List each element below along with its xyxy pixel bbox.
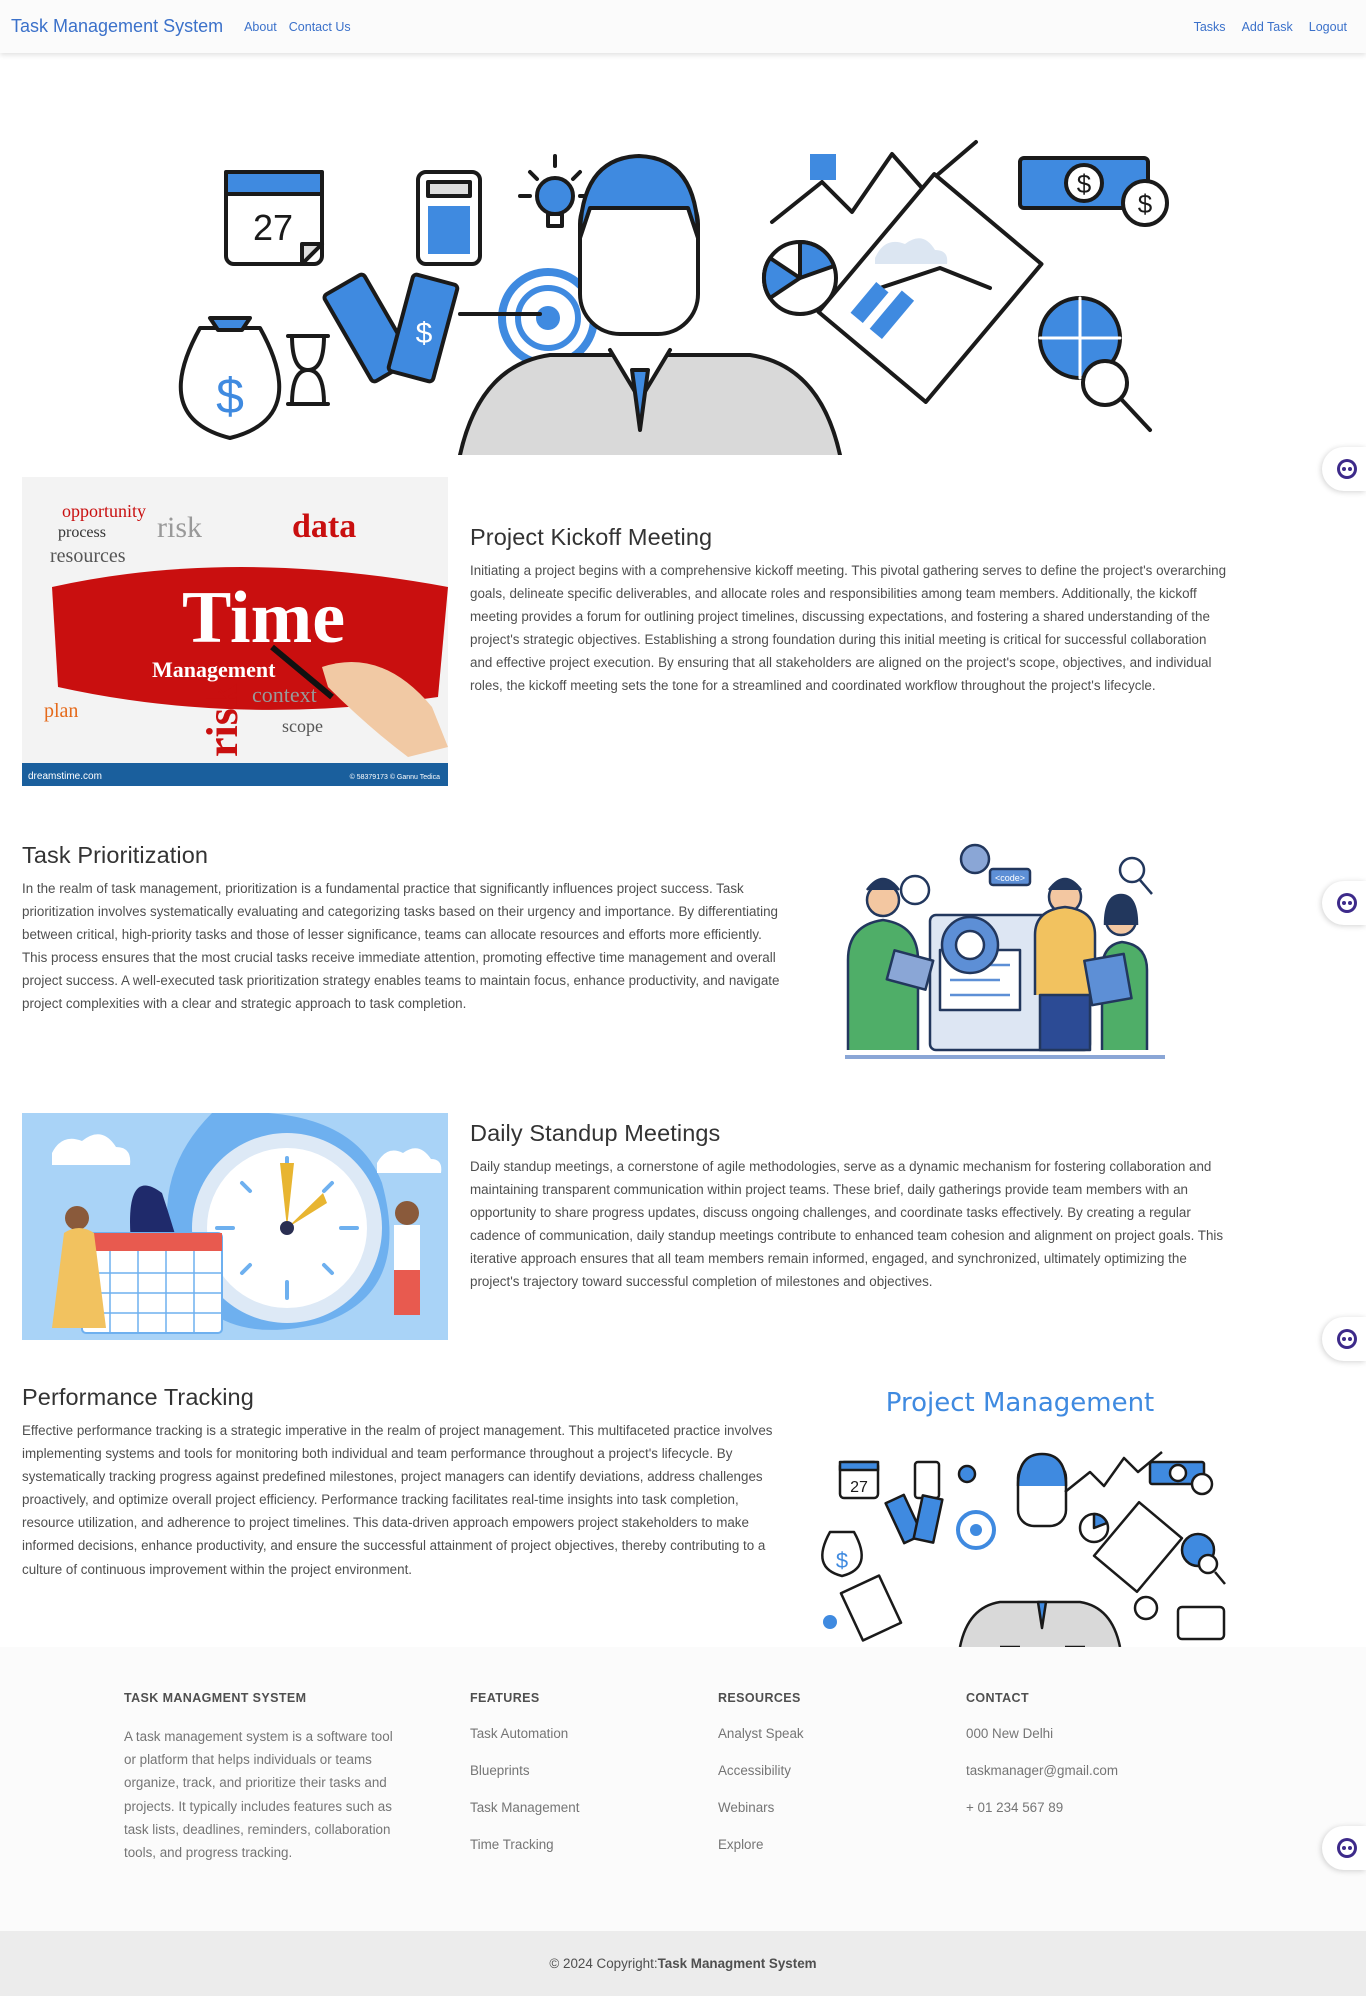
footer-contact-phone: + 01 234 567 89 [966, 1800, 1064, 1815]
footer-link-analyst-speak[interactable]: Analyst Speak [718, 1725, 804, 1743]
chatbot-icon [1337, 1329, 1357, 1349]
svg-text:27: 27 [253, 207, 293, 248]
kickoff-section: Project Kickoff Meeting Initiating a pro… [470, 524, 1230, 698]
standup-text: Daily standup meetings, a cornerstone of… [470, 1159, 1224, 1290]
svg-text:© 58379173 © Gannu Tedica: © 58379173 © Gannu Tedica [350, 773, 440, 781]
svg-text:<code>: <code> [995, 873, 1025, 883]
svg-text:scope: scope [282, 716, 323, 736]
footer-features-column: FEATURES Task Automation Blueprints Task… [470, 1691, 579, 1873]
tracking-title: Performance Tracking [22, 1384, 254, 1410]
footer: TASK MANAGMENT SYSTEM A task management … [0, 1647, 1366, 1931]
standup-clock-image [22, 1113, 448, 1340]
time-management-image: resources opportunity data risk process … [22, 477, 448, 786]
hero-illustration: 27 $ $ $ $ [160, 128, 1206, 457]
prioritization-title: Task Prioritization [22, 842, 209, 868]
svg-text:data: data [292, 508, 356, 545]
nav-contact-link[interactable]: Contact Us [283, 20, 357, 34]
banknote-icon: $ $ [1018, 156, 1169, 227]
footer-contact-column: CONTACT 000 New Delhi taskmanager@gmail.… [966, 1691, 1118, 1836]
svg-text:$: $ [1077, 169, 1092, 199]
kickoff-title: Project Kickoff Meeting [470, 524, 713, 550]
nav-about-link[interactable]: About [238, 20, 283, 34]
copyright-bar: © 2024 Copyright: Task Managment System [0, 1931, 1366, 1996]
calendar-icon: 27 [224, 170, 324, 266]
calculator-icon [416, 170, 482, 266]
footer-resources-column: RESOURCES Analyst Speak Accessibility We… [718, 1691, 804, 1873]
prioritization-text: In the realm of task management, priorit… [22, 881, 780, 1012]
chat-widget-button-3[interactable] [1322, 1317, 1366, 1361]
svg-text:$: $ [1138, 189, 1153, 219]
project-management-heading: Project Management [885, 1388, 1155, 1418]
svg-text:27: 27 [850, 1479, 868, 1496]
chatbot-icon [1337, 459, 1357, 479]
footer-link-task-management[interactable]: Task Management [470, 1799, 579, 1817]
project-management-illustration: 27 $ [821, 1451, 1226, 1647]
kickoff-text: Initiating a project begins with a compr… [470, 563, 1227, 694]
footer-resources-heading: RESOURCES [718, 1691, 801, 1705]
money-hand-icon: $ [322, 272, 460, 384]
chat-widget-button-1[interactable] [1322, 447, 1366, 491]
svg-text:dreamstime.com: dreamstime.com [28, 771, 102, 782]
copyright-name: Task Managment System [657, 1956, 817, 1971]
svg-text:$: $ [216, 368, 244, 424]
nav-logout-link[interactable]: Logout [1301, 20, 1355, 34]
svg-text:$: $ [836, 1548, 848, 1573]
footer-features-heading: FEATURES [470, 1691, 540, 1705]
footer-link-webinars[interactable]: Webinars [718, 1799, 804, 1817]
standup-section: Daily Standup Meetings Daily standup mee… [470, 1120, 1230, 1294]
svg-text:context: context [252, 682, 317, 707]
project-management-image: Project Management 27 $ [810, 1384, 1230, 1647]
footer-link-time-tracking[interactable]: Time Tracking [470, 1836, 579, 1854]
footer-about-heading: TASK MANAGMENT SYSTEM [124, 1691, 307, 1705]
tracking-section: Performance Tracking Effective performan… [22, 1384, 784, 1581]
nav-right-links: Tasks Add Task Logout [1186, 20, 1355, 34]
team-collaboration-image: <code> [820, 835, 1200, 1065]
footer-link-accessibility[interactable]: Accessibility [718, 1762, 804, 1780]
time-management-illustration: resources opportunity data risk process … [22, 477, 448, 786]
globe-icon [1038, 296, 1152, 432]
svg-text:Management: Management [152, 657, 276, 682]
standup-clock-illustration [22, 1113, 448, 1340]
money-bag-icon: $ [178, 316, 282, 440]
prioritization-section: Task Prioritization In the realm of task… [22, 842, 784, 1016]
hourglass-icon [286, 334, 330, 406]
footer-link-blueprints[interactable]: Blueprints [470, 1762, 579, 1780]
report-chart-icon [816, 172, 1044, 404]
svg-text:opportunity: opportunity [62, 501, 146, 521]
footer-about-column: TASK MANAGMENT SYSTEM A task management … [124, 1691, 404, 1864]
brand-link[interactable]: Task Management System [11, 16, 223, 37]
chatbot-icon [1337, 1838, 1357, 1858]
team-collaboration-illustration: <code> [845, 843, 1165, 1059]
svg-text:plan: plan [44, 700, 78, 722]
svg-text:$: $ [416, 317, 433, 350]
chat-widget-button-4[interactable] [1322, 1826, 1366, 1870]
footer-link-task-automation[interactable]: Task Automation [470, 1725, 579, 1743]
footer-contact-email: taskmanager@gmail.com [966, 1763, 1119, 1778]
top-navbar: Task Management System About Contact Us … [0, 0, 1366, 53]
footer-contact-heading: CONTACT [966, 1691, 1029, 1705]
svg-text:resources: resources [50, 545, 126, 567]
standup-title: Daily Standup Meetings [470, 1120, 721, 1146]
footer-contact-address: 000 New Delhi [966, 1726, 1054, 1741]
svg-text:risk: risk [157, 511, 202, 544]
svg-text:risk: risk [198, 683, 247, 757]
svg-text:Time: Time [182, 577, 345, 659]
chat-widget-button-2[interactable] [1322, 881, 1366, 925]
nav-tasks-link[interactable]: Tasks [1186, 20, 1234, 34]
chatbot-icon [1337, 893, 1357, 913]
footer-about-text: A task management system is a software t… [124, 1729, 393, 1861]
nav-add-task-link[interactable]: Add Task [1234, 20, 1301, 34]
tracking-text: Effective performance tracking is a stra… [22, 1423, 773, 1577]
svg-text:process: process [58, 524, 106, 541]
hero-illustration-svg: 27 $ $ $ $ [178, 140, 1169, 457]
footer-link-explore[interactable]: Explore [718, 1836, 804, 1854]
target-icon [458, 268, 598, 368]
nav-left-links: About Contact Us [238, 20, 357, 34]
puzzle-icon [810, 154, 836, 180]
copyright-prefix: © 2024 Copyright: [549, 1956, 658, 1971]
